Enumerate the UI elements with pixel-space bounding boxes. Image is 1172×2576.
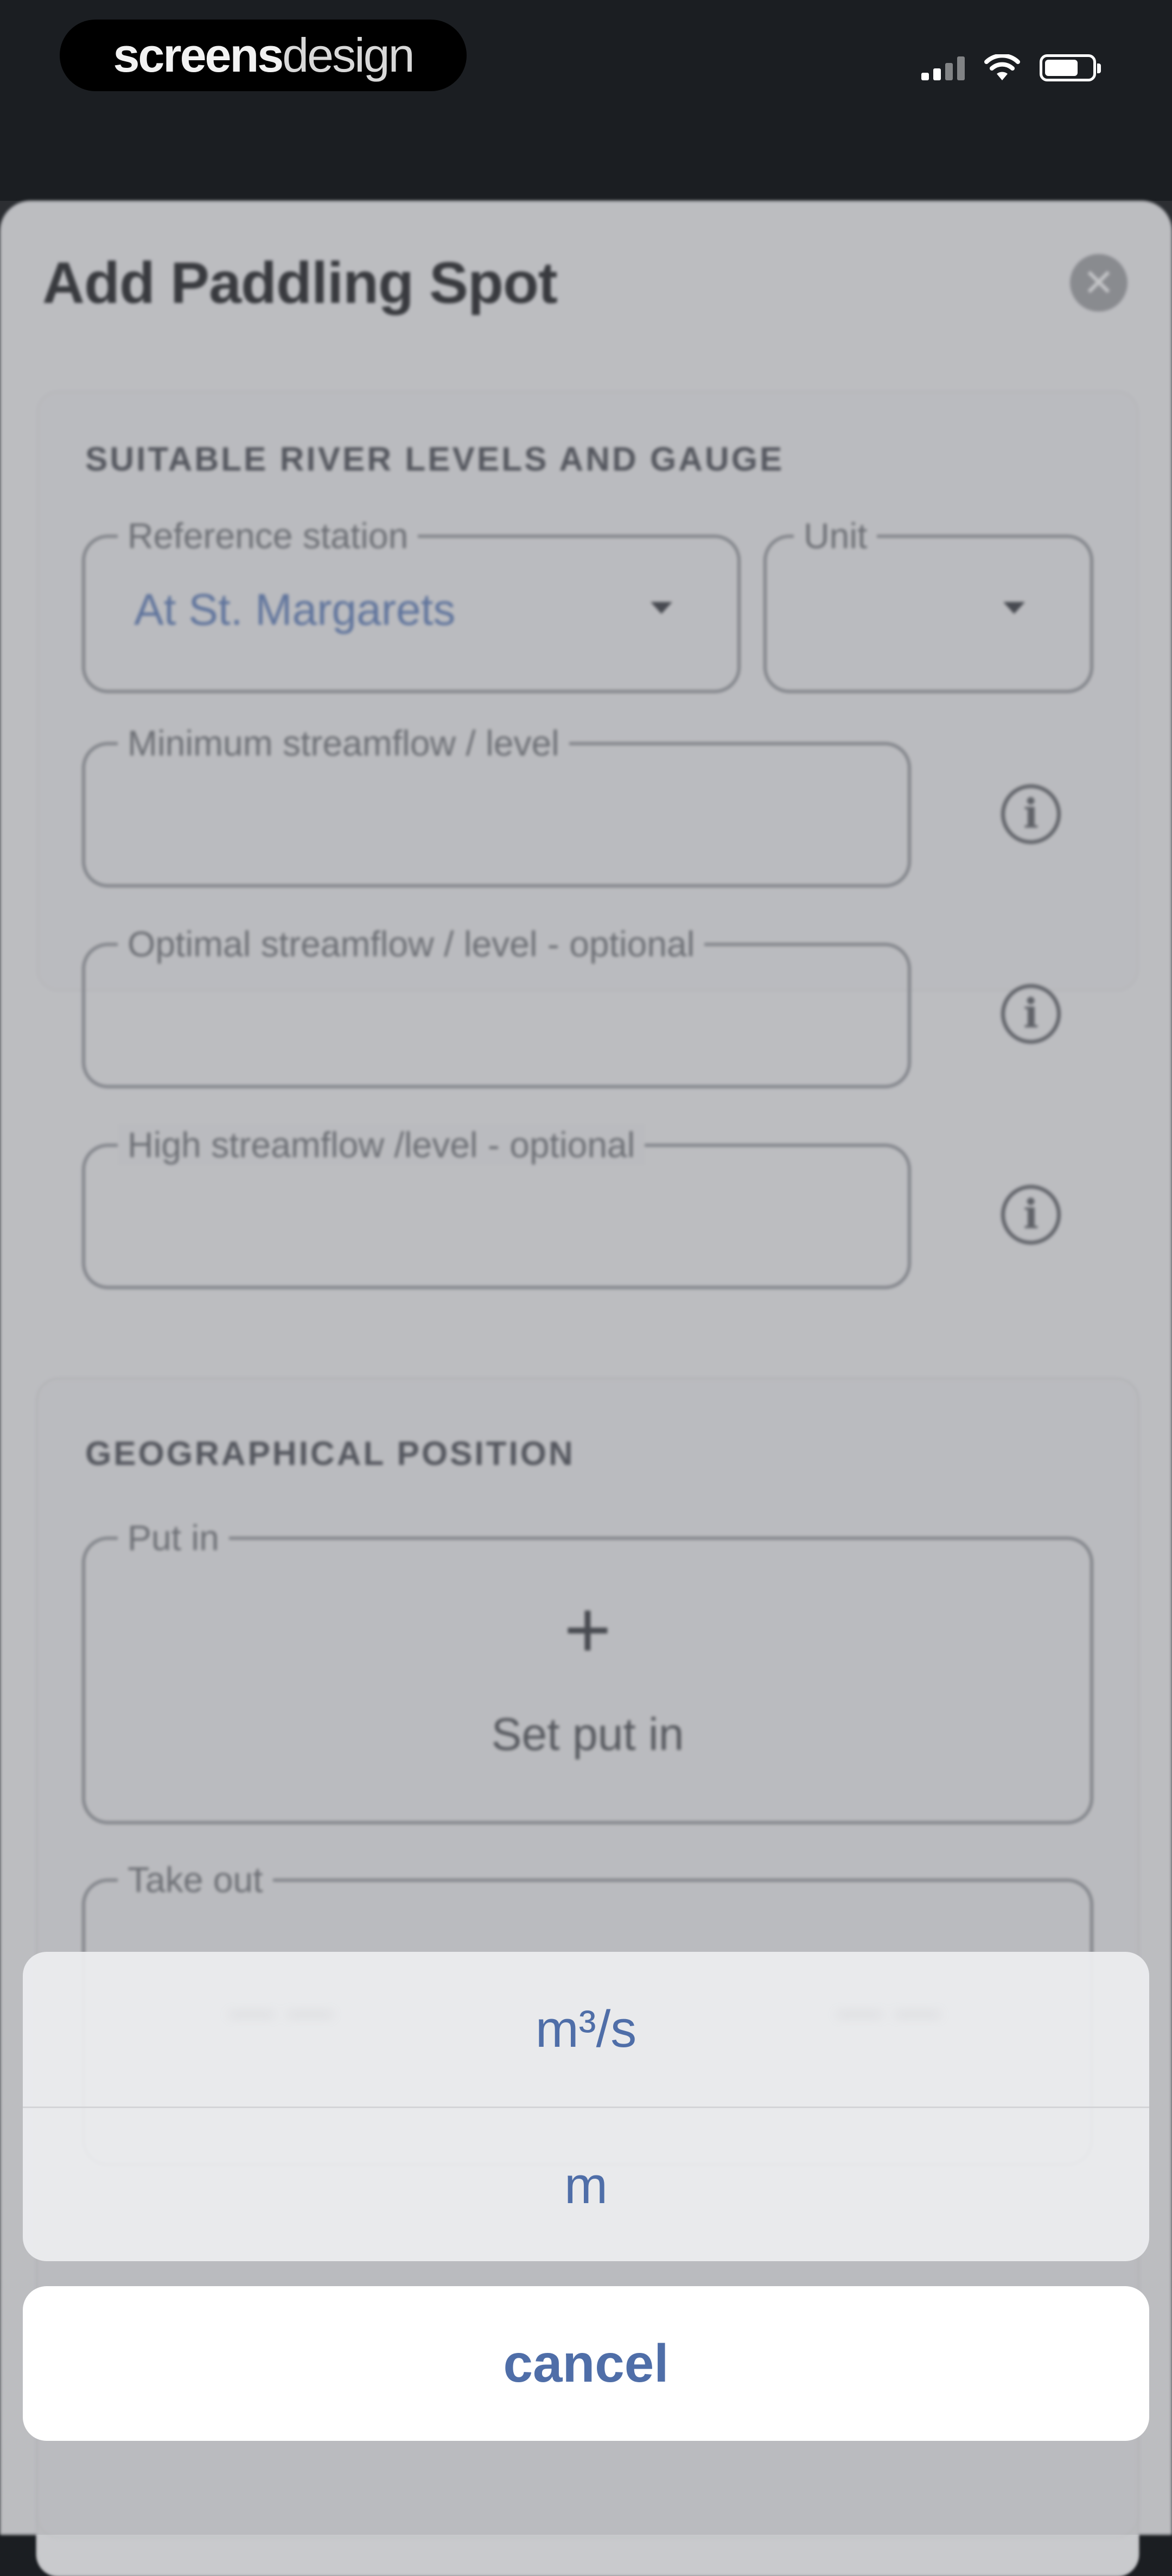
unit-option-m[interactable]: m <box>23 2107 1149 2261</box>
signal-icon <box>921 55 965 80</box>
battery-icon <box>1040 54 1101 81</box>
brand-logo: screens design <box>60 20 467 91</box>
status-icons <box>921 49 1101 87</box>
cancel-button[interactable]: cancel <box>23 2286 1149 2441</box>
brand-light: design <box>282 28 415 82</box>
unit-option-m3s[interactable]: m³/s <box>23 1952 1149 2107</box>
brand-bold: screens <box>113 28 284 82</box>
wifi-icon <box>984 54 1020 81</box>
unit-action-sheet: — — — — m³/s m <box>23 1952 1149 2261</box>
status-bar: screens design <box>0 0 1172 206</box>
